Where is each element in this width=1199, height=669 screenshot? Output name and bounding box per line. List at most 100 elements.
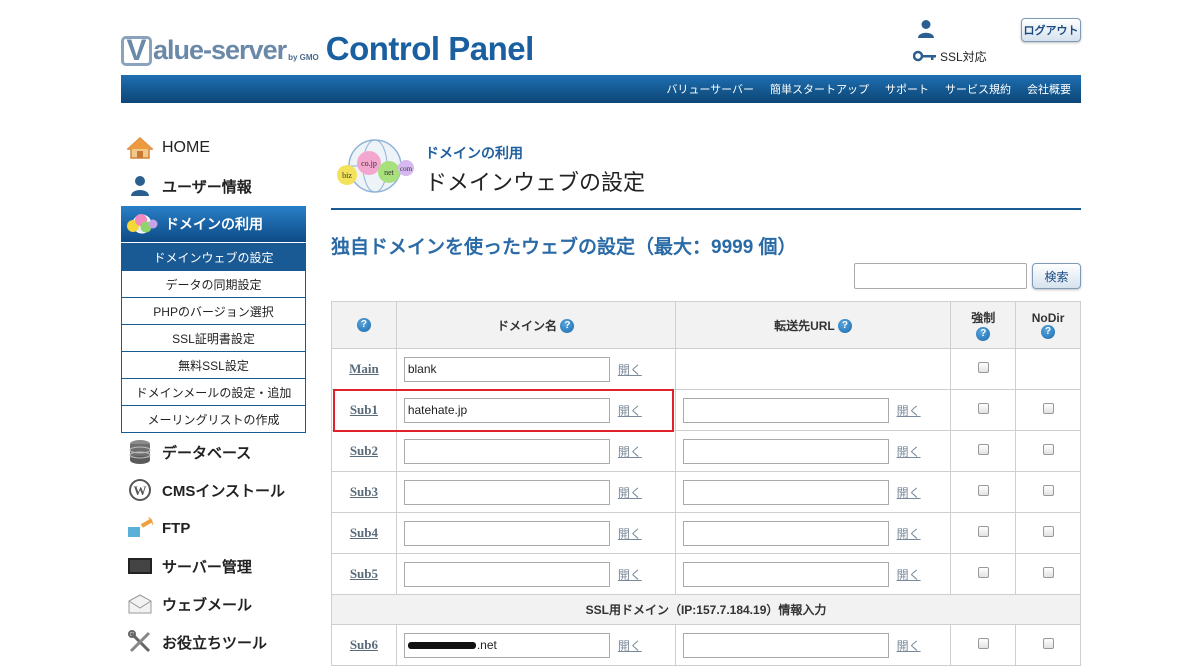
domain-suffix: .net <box>476 638 497 652</box>
force-checkbox[interactable] <box>977 485 989 496</box>
help-icon[interactable]: ? <box>976 326 991 341</box>
row-label-link[interactable]: Sub5 <box>350 566 378 581</box>
account-icon[interactable] <box>917 19 935 39</box>
sidebar-item-server[interactable]: サーバー管理 <box>121 549 306 583</box>
tools-icon <box>126 629 154 655</box>
globe-label-com: com <box>400 165 413 173</box>
open-link[interactable]: 開く <box>897 566 921 583</box>
submenu-data-sync[interactable]: データの同期設定 <box>122 270 305 297</box>
submenu-php-version[interactable]: PHPのバージョン選択 <box>122 297 305 324</box>
sidebar-item-home[interactable]: HOME <box>121 131 306 165</box>
redirect-field[interactable] <box>682 397 889 423</box>
table-row: Main blank 開く <box>331 348 1081 390</box>
topnav-quick-start[interactable]: 簡単スタートアップ <box>770 81 869 97</box>
open-link[interactable]: 開く <box>897 637 921 654</box>
sidebar-item-ftp[interactable]: FTP <box>121 511 306 545</box>
logo[interactable]: V alue-server by GMO Control Panel <box>121 30 534 70</box>
page-subtitle: ドメインの利用 <box>425 145 523 161</box>
header-force-label: 強制 <box>971 311 996 326</box>
redirect-field[interactable] <box>682 561 889 587</box>
sidebar-item-domain[interactable]: ドメインの利用 <box>121 206 306 242</box>
sidebar-item-webmail[interactable]: ウェブメール <box>121 587 306 621</box>
domain-field[interactable] <box>403 438 610 464</box>
search-input[interactable] <box>854 263 1027 289</box>
domain-field[interactable]: .net <box>403 632 610 658</box>
topnav-support[interactable]: サポート <box>885 81 929 97</box>
row-label-link[interactable]: Main <box>349 361 379 376</box>
nodir-checkbox[interactable] <box>1042 567 1054 578</box>
open-link[interactable]: 開く <box>618 361 642 378</box>
domain-field[interactable] <box>403 520 610 546</box>
domain-field[interactable]: blank <box>403 356 610 382</box>
domain-field[interactable] <box>403 479 610 505</box>
open-link[interactable]: 開く <box>618 637 642 654</box>
force-checkbox[interactable] <box>977 526 989 537</box>
server-icon <box>126 553 154 579</box>
open-link[interactable]: 開く <box>618 525 642 542</box>
force-checkbox[interactable] <box>977 567 989 578</box>
logo-gmo: by GMO <box>288 53 319 62</box>
submenu-mailing-list[interactable]: メーリングリストの作成 <box>122 405 305 432</box>
sidebar-label-ftp: FTP <box>162 519 191 537</box>
redirect-field[interactable] <box>682 479 889 505</box>
help-icon[interactable]: ? <box>356 318 371 333</box>
logout-button[interactable]: ログアウト <box>1021 18 1081 42</box>
open-link[interactable]: 開く <box>618 402 642 419</box>
help-icon[interactable]: ? <box>560 319 575 334</box>
domain-field[interactable] <box>403 561 610 587</box>
help-icon[interactable]: ? <box>1041 325 1056 340</box>
sidebar-label-database: データベース <box>162 444 252 462</box>
logo-control-panel: Control Panel <box>325 30 535 67</box>
page-title: ドメインウェブの設定 <box>425 170 646 195</box>
submenu-domain-web[interactable]: ドメインウェブの設定 <box>122 243 305 270</box>
title-divider <box>331 208 1081 210</box>
help-icon[interactable]: ? <box>837 319 852 334</box>
row-label-link[interactable]: Sub3 <box>350 484 378 499</box>
open-link[interactable]: 開く <box>897 525 921 542</box>
topnav-value-server[interactable]: バリューサーバー <box>666 81 754 97</box>
force-checkbox[interactable] <box>977 638 989 649</box>
open-link[interactable]: 開く <box>897 402 921 419</box>
open-link[interactable]: 開く <box>897 443 921 460</box>
row-label-link[interactable]: Sub6 <box>350 637 378 652</box>
sidebar-item-database[interactable]: データベース <box>121 435 306 469</box>
force-checkbox[interactable] <box>977 403 989 414</box>
sidebar-item-cms[interactable]: W CMSインストール <box>121 473 306 507</box>
open-link[interactable]: 開く <box>897 484 921 501</box>
nodir-checkbox[interactable] <box>1042 485 1054 496</box>
redirect-field[interactable] <box>682 632 889 658</box>
row-label-link[interactable]: Sub2 <box>350 443 378 458</box>
section-title: 独自ドメインを使ったウェブの設定（最大：9999 個） <box>331 237 797 258</box>
nodir-checkbox[interactable] <box>1042 444 1054 455</box>
submenu-free-ssl[interactable]: 無料SSL設定 <box>122 351 305 378</box>
sidebar-item-tools[interactable]: お役立ちツール <box>121 625 306 659</box>
logo-v-mark: V <box>121 36 152 66</box>
webmail-icon <box>126 591 154 617</box>
force-checkbox[interactable] <box>977 444 989 455</box>
topnav-company[interactable]: 会社概要 <box>1027 81 1071 97</box>
ftp-icon <box>126 515 154 541</box>
submenu-domain-mail[interactable]: ドメインメールの設定・追加 <box>122 378 305 405</box>
domain-field[interactable]: hatehate.jp <box>403 397 610 423</box>
redirect-field[interactable] <box>682 520 889 546</box>
search-button[interactable]: 検索 <box>1032 263 1081 289</box>
open-link[interactable]: 開く <box>618 443 642 460</box>
header-domain: ドメイン名 ? <box>395 301 676 349</box>
open-link[interactable]: 開く <box>618 566 642 583</box>
redirect-field[interactable] <box>682 438 889 464</box>
row-label-link[interactable]: Sub4 <box>350 525 378 540</box>
submenu-ssl-cert[interactable]: SSL証明書設定 <box>122 324 305 351</box>
force-checkbox[interactable] <box>977 362 989 373</box>
nodir-checkbox[interactable] <box>1042 403 1054 414</box>
globe-label-cojp: co.jp <box>361 159 377 168</box>
domain-submenu: ドメインウェブの設定 データの同期設定 PHPのバージョン選択 SSL証明書設定… <box>121 243 306 433</box>
nodir-checkbox[interactable] <box>1042 526 1054 537</box>
svg-text:W: W <box>134 483 147 498</box>
sidebar-item-user-info[interactable]: ユーザー情報 <box>121 169 306 203</box>
topnav-terms[interactable]: サービス規約 <box>945 81 1011 97</box>
row-label-link[interactable]: Sub1 <box>350 402 378 417</box>
open-link[interactable]: 開く <box>618 484 642 501</box>
table-row: Sub3 開く 開く <box>331 471 1081 513</box>
nodir-checkbox[interactable] <box>1042 638 1054 649</box>
table-row: Sub2 開く 開く <box>331 430 1081 472</box>
